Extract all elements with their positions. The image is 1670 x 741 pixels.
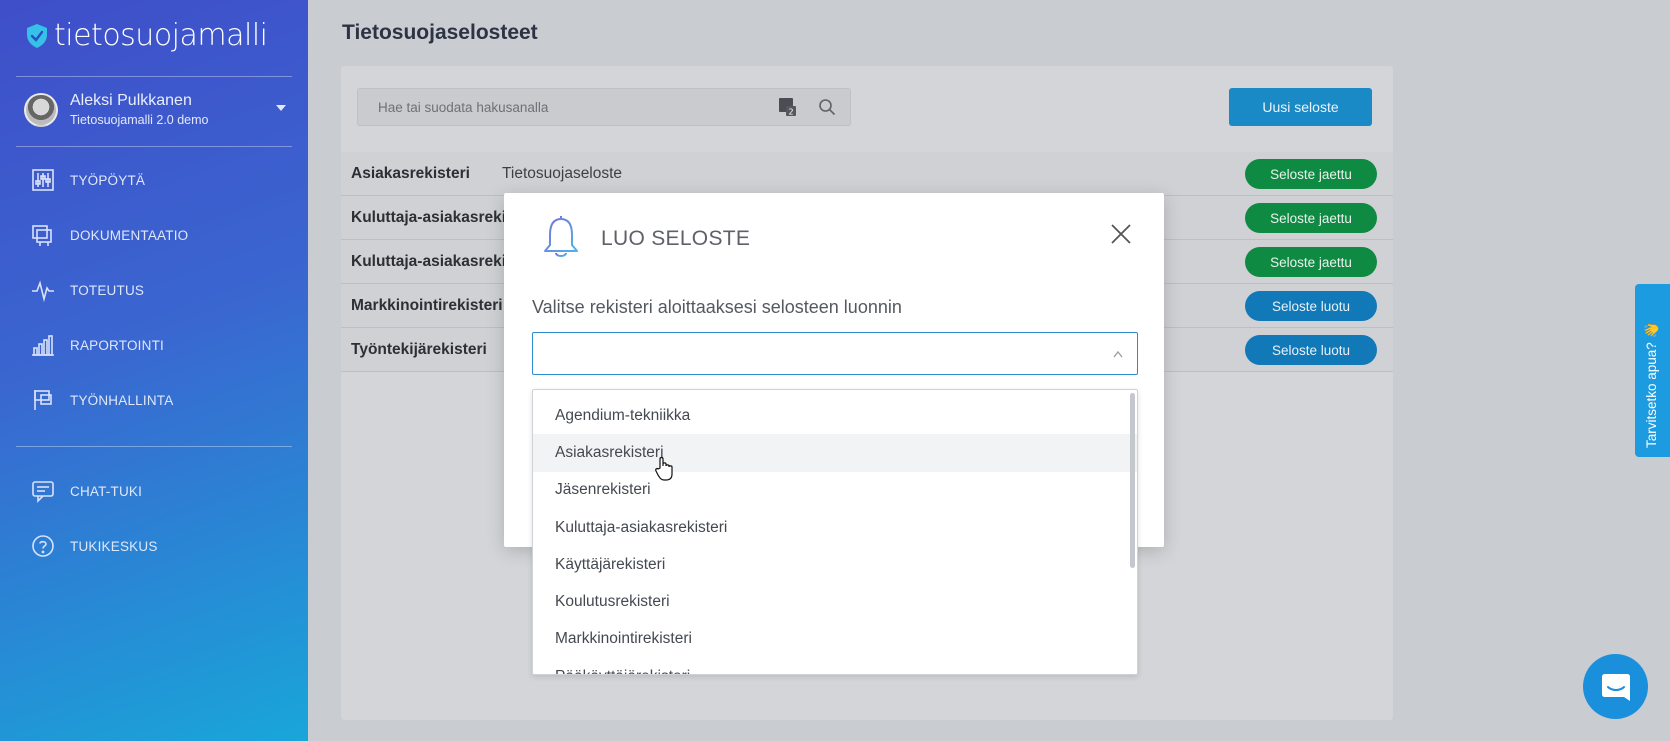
nav-item-label: RAPORTOINTI <box>70 337 164 353</box>
dropdown-option[interactable]: Käyttäjärekisteri <box>533 546 1137 583</box>
user-name: Aleksi Pulkkanen <box>70 92 192 109</box>
nav-item-label: DOKUMENTAATIO <box>70 227 189 243</box>
dropdown-scrollbar[interactable] <box>1130 393 1135 568</box>
chat-icon <box>30 478 56 504</box>
hand-pointer-icon <box>655 456 673 481</box>
row-name: Asiakasrekisteri <box>351 165 470 182</box>
avatar <box>24 92 58 127</box>
row-name: Työntekijärekisteri <box>351 341 487 358</box>
status-badge[interactable]: Seloste luotu <box>1245 335 1377 365</box>
pulse-icon <box>30 277 56 303</box>
nav-item-tyonhallinta[interactable]: TYÖNHALLINTA <box>30 387 173 413</box>
sidebar-divider <box>16 76 292 77</box>
task-flag-icon <box>30 387 56 413</box>
help-tab-label[interactable]: Tarvitsetko apua? 👋 <box>1644 322 1660 448</box>
user-menu[interactable]: Aleksi Pulkkanen Tietosuojamalli 2.0 dem… <box>24 92 290 127</box>
bar-chart-icon <box>30 332 56 358</box>
nav-item-raportointi[interactable]: RAPORTOINTI <box>30 332 164 358</box>
app-logo-text: tietosuojamalli <box>54 18 268 53</box>
user-org: Tietosuojamalli 2.0 demo <box>70 113 209 127</box>
search-icon[interactable] <box>818 98 836 116</box>
page-title: Tietosuojaselosteet <box>342 21 538 44</box>
nav-item-tukikeskus[interactable]: TUKIKESKUS <box>30 533 158 559</box>
search-input[interactable] <box>358 99 778 115</box>
nav-item-label: TUKIKESKUS <box>70 538 158 554</box>
dropdown-option[interactable]: Asiakasrekisteri <box>533 434 1137 472</box>
caret-down-icon[interactable] <box>276 105 286 111</box>
messenger-icon <box>1601 673 1630 701</box>
chevron-up-icon[interactable] <box>1113 350 1123 358</box>
status-badge[interactable]: Seloste luotu <box>1245 291 1377 321</box>
nav-item-label: TOTEUTUS <box>70 282 145 298</box>
dropdown-option[interactable]: Jäsenrekisteri <box>533 472 1137 509</box>
help-circle-icon <box>30 533 56 559</box>
svg-text:2: 2 <box>788 108 793 117</box>
shield-check-icon <box>27 23 47 48</box>
table-row[interactable]: Asiakasrekisteri Tietosuojaseloste Selos… <box>341 152 1393 196</box>
sidebar-divider <box>16 446 292 447</box>
dropdown-option[interactable]: Markkinointirekisteri <box>533 621 1137 658</box>
row-name: Markkinointirekisteri <box>351 297 503 314</box>
sidebar-divider <box>16 146 292 147</box>
search-box: 2 <box>357 88 851 126</box>
chat-launcher-button[interactable] <box>1583 654 1648 719</box>
nav-item-label: TYÖPÖYTÄ <box>70 172 146 188</box>
nav-item-label: TYÖNHALLINTA <box>70 392 174 408</box>
dropdown-option[interactable]: Kuluttaja-asiakasrekisteri <box>533 509 1137 546</box>
close-icon[interactable] <box>1110 223 1132 245</box>
sidebar: tietosuojamalli Aleksi Pulkkanen Tietosu… <box>0 0 308 741</box>
bell-icon <box>544 216 578 257</box>
nav-item-dokumentaatio[interactable]: DOKUMENTAATIO <box>30 222 188 248</box>
excel-export-icon[interactable]: 2 <box>778 97 796 117</box>
register-select[interactable] <box>532 332 1138 375</box>
row-type: Tietosuojaseloste <box>502 165 623 182</box>
documents-icon <box>30 222 56 248</box>
dropdown-option[interactable]: Agendium-tekniikka <box>533 397 1137 434</box>
nav-item-tyopoyta[interactable]: TYÖPÖYTÄ <box>30 167 145 193</box>
nav-item-toteutus[interactable]: TOTEUTUS <box>30 277 144 303</box>
sliders-icon <box>30 167 56 193</box>
status-badge[interactable]: Seloste jaettu <box>1245 159 1377 189</box>
app-logo[interactable]: tietosuojamalli <box>26 18 268 53</box>
register-dropdown: Agendium-tekniikka Asiakasrekisteri Jäse… <box>532 389 1138 675</box>
register-select-label: Valitse rekisteri aloittaaksesi selostee… <box>532 297 902 317</box>
nav-item-chat-tuki[interactable]: CHAT-TUKI <box>30 478 142 504</box>
status-badge[interactable]: Seloste jaettu <box>1245 203 1377 233</box>
new-report-button[interactable]: Uusi seloste <box>1229 88 1372 126</box>
dropdown-option[interactable]: Koulutusrekisteri <box>533 583 1137 620</box>
status-badge[interactable]: Seloste jaettu <box>1245 247 1377 277</box>
dropdown-option[interactable]: Pääkäyttäjärekisteri <box>533 658 1137 674</box>
nav-item-label: CHAT-TUKI <box>70 483 143 499</box>
modal-title: LUO SELOSTE <box>601 227 751 250</box>
